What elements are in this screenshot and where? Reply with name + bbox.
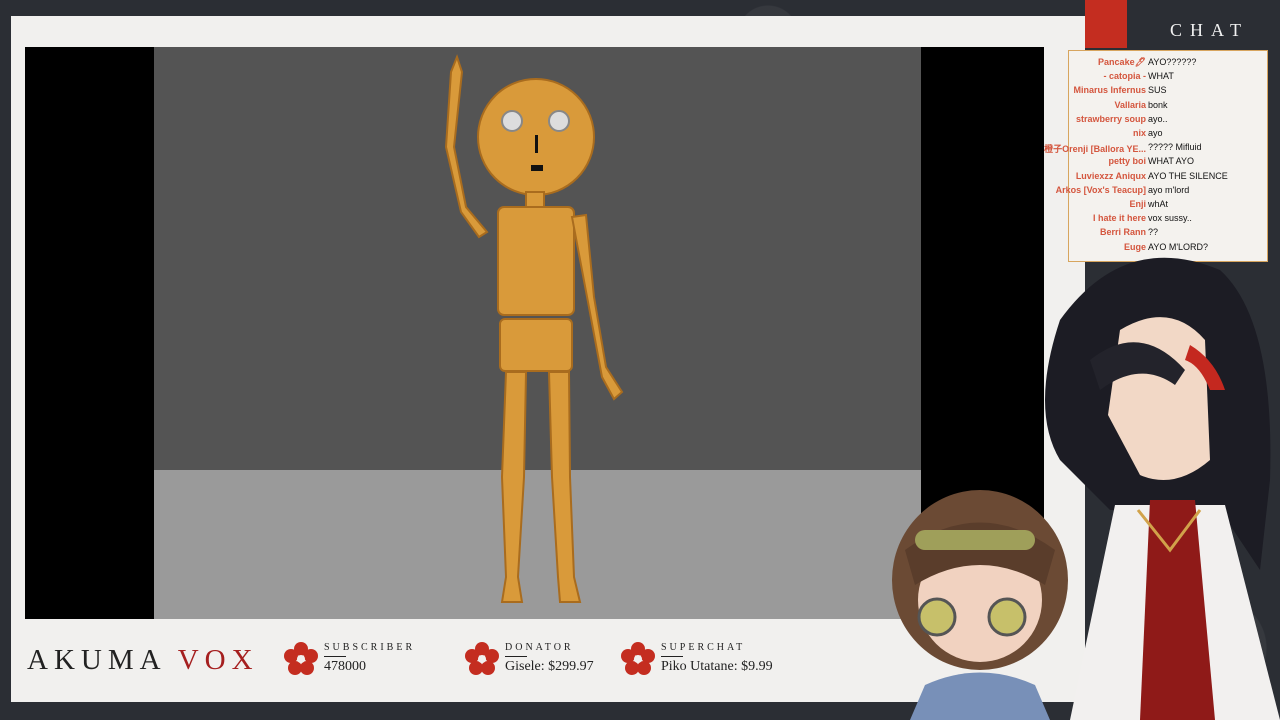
superchat-label: SUPERCHAT <box>661 642 746 653</box>
chat-username: 橙子Orenji [Ballora YE... <box>1044 144 1146 155</box>
chat-username: petty boi <box>1108 156 1147 167</box>
chat-text: whAt <box>1148 199 1169 209</box>
chat-text: AYO THE SILENCE <box>1148 170 1228 181</box>
chat-text: SUS <box>1148 85 1167 96</box>
chat-username: - catopia - <box>1103 71 1146 82</box>
chat-text: vox sussy.. <box>1148 213 1192 224</box>
chat-text: ayo.. <box>1148 113 1168 124</box>
divider <box>324 656 346 657</box>
chat-text: bonk <box>1148 99 1168 110</box>
chat-message: 橙子Orenji [Ballora YE...????? Mifluid <box>1008 142 1268 156</box>
chat-text: ayo <box>1148 128 1163 138</box>
chat-message: strawberry soup ayo.. <box>1008 114 1268 128</box>
chat-message: Vallaria bonk <box>1008 100 1268 114</box>
chat-message: nix ayo <box>1008 128 1268 142</box>
red-accent-strip <box>1085 0 1127 48</box>
superchat-value: Piko Utatane: $9.99 <box>661 659 773 674</box>
chat-message: petty boi WHAT AYO <box>1008 156 1268 170</box>
chat-username: I hate it here <box>1092 213 1146 224</box>
divider <box>505 656 527 657</box>
chat-text: AYO?????? <box>1148 57 1197 67</box>
chat-message: Pancake🖊 AYO?????? <box>1008 57 1268 71</box>
chat-username: Berri Rann <box>1099 227 1146 238</box>
title-akuma: AKUMA <box>27 644 178 676</box>
subscriber-stat: SUBSCRIBER 478000 <box>284 642 415 676</box>
chat-title: CHAT <box>1170 20 1250 40</box>
flower-icon <box>465 642 499 675</box>
chat-text: ?? <box>1148 227 1159 238</box>
chat-message: Arkos [Vox's Teacup] ayo m'lord <box>1008 185 1268 199</box>
donator-label: DONATOR <box>505 642 574 653</box>
chat-message: Enji whAt <box>1008 199 1268 213</box>
chat-message: Luviexzz Aniqux AYO THE SILENCE <box>1008 171 1268 185</box>
chat-message: I hate it here vox sussy.. <box>1008 213 1268 227</box>
title-vox: VOX <box>177 644 259 676</box>
subscriber-value: 478000 <box>324 659 366 674</box>
subscriber-label: SUBSCRIBER <box>324 642 416 653</box>
chat-text: ????? Mifluid <box>1148 142 1202 153</box>
chat-username: Arkos [Vox's Teacup] <box>1055 184 1146 195</box>
chat-message: - catopia - WHAT <box>1008 71 1268 85</box>
flower-icon <box>284 642 318 675</box>
chat-message: Minarus Infernus SUS <box>1008 85 1268 99</box>
chat-username: Luviexzz Aniqux <box>1075 170 1146 181</box>
chat-username: Vallaria <box>1114 99 1146 110</box>
chat-username: strawberry soup <box>1075 113 1146 124</box>
divider <box>661 656 683 657</box>
chat-text: WHAT <box>1148 71 1174 82</box>
donator-stat: DONATOR Gisele: $299.97 <box>465 642 594 676</box>
chat-text: ayo m'lord <box>1148 184 1190 195</box>
superchat-stat: SUPERCHAT Piko Utatane: $9.99 <box>621 642 773 676</box>
chat-username: Pancake🖊 <box>1098 57 1146 67</box>
main-vtuber-avatar <box>1045 257 1280 720</box>
chat-list: Pancake🖊 AYO?????? - catopia - WHAT Minarus … <box>1008 57 1268 257</box>
chat-username: Minarus Infernus <box>1073 85 1146 96</box>
wooden-mannequin <box>444 54 624 603</box>
chat-username: nix <box>1132 128 1146 138</box>
chat-text: WHAT AYO <box>1148 156 1195 167</box>
game-scene <box>154 47 921 619</box>
channel-title: AKUMA VOX <box>27 644 259 677</box>
donator-value: Gisele: $299.97 <box>505 659 594 674</box>
flower-icon <box>621 642 655 675</box>
chat-username: Enji <box>1129 199 1146 209</box>
